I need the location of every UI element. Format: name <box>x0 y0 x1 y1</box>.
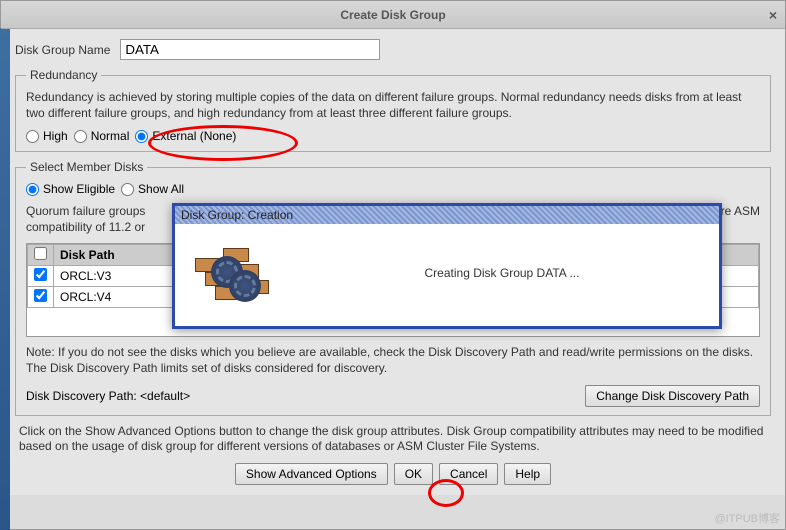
row-checkbox-1[interactable] <box>34 289 47 302</box>
show-eligible[interactable]: Show Eligible <box>26 182 115 196</box>
redundancy-legend: Redundancy <box>26 68 101 82</box>
disk-group-name-row: Disk Group Name <box>15 39 771 60</box>
redundancy-normal[interactable]: Normal <box>74 129 130 143</box>
progress-dialog-body: Creating Disk Group DATA ... <box>175 224 719 322</box>
cancel-button[interactable]: Cancel <box>439 463 498 485</box>
progress-dialog: Disk Group: Creation Creating Disk Group… <box>172 203 722 329</box>
show-all[interactable]: Show All <box>121 182 184 196</box>
radio-normal[interactable] <box>74 130 87 143</box>
titlebar: Create Disk Group × <box>1 1 785 29</box>
discovery-path-label: Disk Discovery Path: <default> <box>26 389 190 403</box>
radio-show-all[interactable] <box>121 183 134 196</box>
disk-group-name-input[interactable] <box>120 39 380 60</box>
left-decor-strip <box>0 28 10 530</box>
redundancy-options: High Normal External (None) <box>26 129 760 143</box>
button-row: Show Advanced Options OK Cancel Help <box>15 463 771 485</box>
disk-group-name-label: Disk Group Name <box>15 43 110 57</box>
redundancy-desc: Redundancy is achieved by storing multip… <box>26 90 760 121</box>
progress-text: Creating Disk Group DATA ... <box>305 266 699 280</box>
radio-high[interactable] <box>26 130 39 143</box>
window-title: Create Disk Group <box>340 8 445 22</box>
help-button[interactable]: Help <box>504 463 551 485</box>
show-advanced-options-button[interactable]: Show Advanced Options <box>235 463 388 485</box>
redundancy-high[interactable]: High <box>26 129 68 143</box>
watermark: @ITPUB博客 <box>714 510 780 526</box>
redundancy-fieldset: Redundancy Redundancy is achieved by sto… <box>15 68 771 152</box>
close-icon[interactable]: × <box>769 7 777 23</box>
header-checkbox[interactable] <box>34 247 47 260</box>
discovery-path-row: Disk Discovery Path: <default> Change Di… <box>26 385 760 407</box>
ok-button[interactable]: OK <box>394 463 433 485</box>
change-discovery-path-button[interactable]: Change Disk Discovery Path <box>585 385 760 407</box>
member-disks-legend: Select Member Disks <box>26 160 147 174</box>
redundancy-external[interactable]: External (None) <box>135 129 236 143</box>
progress-dialog-title: Disk Group: Creation <box>175 206 719 224</box>
row-checkbox-0[interactable] <box>34 268 47 281</box>
discovery-note: Note: If you do not see the disks which … <box>26 345 760 376</box>
bottom-text: Click on the Show Advanced Options butto… <box>19 424 767 455</box>
brick-gear-icon <box>195 238 275 308</box>
show-options: Show Eligible Show All <box>26 182 760 196</box>
radio-external[interactable] <box>135 130 148 143</box>
radio-show-eligible[interactable] <box>26 183 39 196</box>
